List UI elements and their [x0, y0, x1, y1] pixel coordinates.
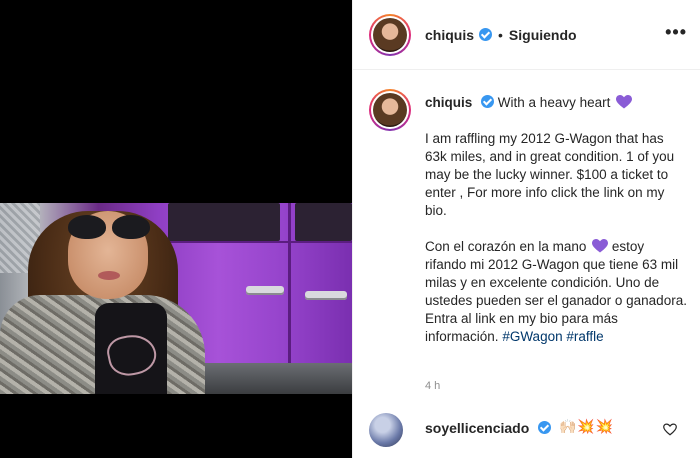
photo-door-line	[288, 203, 291, 363]
author-avatar[interactable]	[369, 13, 411, 56]
verified-badge-icon	[481, 95, 495, 108]
verified-badge-icon	[479, 28, 493, 41]
post-side-panel: chiquis • Siguiendo ••• chiquis With a h…	[352, 0, 700, 458]
purple-heart-icon	[592, 239, 609, 253]
post-timestamp[interactable]: 4 h	[425, 380, 440, 392]
header-separator: •	[498, 26, 503, 43]
verified-badge-icon	[538, 421, 552, 434]
comment-text: 🙌🏻💥💥	[559, 418, 615, 434]
caption-author-avatar[interactable]	[369, 89, 411, 131]
caption-english: I am raffling my 2012 G-Wagon that has 6…	[425, 131, 675, 218]
more-options-icon[interactable]: •••	[665, 23, 687, 41]
post-photo	[0, 203, 352, 394]
post-media[interactable]	[0, 0, 352, 458]
like-heart-icon[interactable]	[663, 423, 677, 436]
caption-hashtags[interactable]: #GWagon #raffle	[502, 329, 603, 344]
following-button[interactable]: Siguiendo	[509, 27, 577, 43]
author-username[interactable]: chiquis	[425, 27, 474, 43]
commenter-username: soyellicenciado	[425, 420, 552, 436]
photo-door-line	[168, 241, 352, 243]
photo-door-handle	[305, 291, 347, 300]
post-caption: chiquis With a heavy heart I am raffling…	[425, 94, 687, 346]
photo-sunglasses	[66, 215, 152, 241]
photo-door-handle	[246, 286, 284, 295]
photo-car-window	[295, 203, 352, 241]
commenter-username-text[interactable]: soyellicenciado	[425, 420, 529, 436]
post-header: chiquis • Siguiendo •••	[353, 0, 700, 70]
photo-car-window	[168, 203, 280, 241]
commenter-avatar[interactable]	[369, 413, 403, 447]
caption-spanish-intro: Con el corazón en la mano	[425, 239, 587, 254]
comment-row: soyellicenciado 🙌🏻💥💥	[369, 413, 689, 449]
purple-heart-icon	[616, 95, 633, 109]
photo-lips	[98, 271, 120, 280]
caption-username[interactable]: chiquis	[425, 95, 472, 110]
caption-heading: With a heavy heart	[497, 95, 611, 110]
